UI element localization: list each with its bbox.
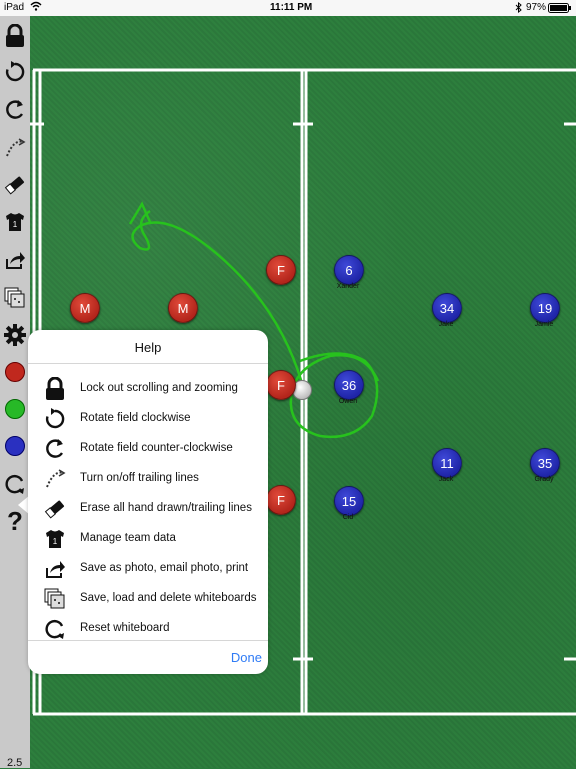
divider (28, 640, 268, 641)
help-item-label: Lock out scrolling and zooming (80, 382, 238, 394)
blue-player[interactable]: 19 (530, 293, 560, 323)
whiteboards-icon (42, 587, 68, 611)
lock-icon (42, 377, 68, 401)
red-player[interactable]: F (266, 255, 296, 285)
blue-player[interactable]: 6 (334, 255, 364, 285)
rotate-cw-icon (42, 407, 68, 431)
rotate-ccw-icon[interactable] (3, 98, 27, 122)
blue-player[interactable]: 15 (334, 486, 364, 516)
help-item-label: Save as photo, email photo, print (80, 562, 249, 574)
reset-icon (42, 617, 68, 641)
help-item-label: Turn on/off trailing lines (80, 472, 199, 484)
red-player[interactable]: F (266, 370, 296, 400)
gear-icon[interactable] (3, 323, 27, 347)
help-item-team-data: 1 Manage team data (42, 526, 268, 552)
help-item-rotate-cw: Rotate field clockwise (42, 406, 268, 432)
red-player[interactable]: M (168, 293, 198, 323)
player-name: Jack (438, 476, 454, 483)
blue-player[interactable]: 36 (334, 370, 364, 400)
help-item-label: Save, load and delete whiteboards (80, 592, 257, 604)
blue-player-icon[interactable] (3, 434, 27, 458)
blue-player[interactable]: 35 (530, 448, 560, 478)
green-player-icon[interactable] (3, 397, 27, 421)
lock-icon[interactable] (3, 24, 27, 48)
blue-player[interactable]: 11 (432, 448, 462, 478)
svg-text:1: 1 (53, 537, 58, 546)
reset-icon[interactable] (3, 472, 27, 496)
share-icon[interactable] (3, 248, 27, 272)
version-label: 2.5 (7, 757, 23, 769)
help-title: Help (134, 340, 162, 355)
player-name: Cid (342, 514, 354, 521)
trailing-lines-icon[interactable] (3, 136, 27, 160)
rotate-ccw-icon (42, 437, 68, 461)
eraser-icon (42, 497, 68, 521)
done-button[interactable]: Done (231, 650, 262, 665)
battery-icon (548, 3, 572, 16)
player-name: Jamie (534, 321, 554, 328)
jersey-icon: 1 (42, 527, 68, 551)
bluetooth-icon (515, 1, 522, 16)
whiteboards-icon[interactable] (3, 286, 27, 310)
status-bar: iPad 11:11 PM 97% (0, 0, 576, 16)
player-name: Grady (534, 476, 554, 483)
help-item-label: Manage team data (80, 532, 176, 544)
blue-player[interactable]: 34 (432, 293, 462, 323)
help-item-label: Rotate field counter-clockwise (80, 442, 233, 454)
toolbar: 1 ? 2.5 (0, 16, 30, 769)
help-popover: Help Lock out scrolling and zooming Rota… (28, 330, 268, 674)
player-name: Owen (338, 398, 358, 405)
help-item-reset: Reset whiteboard (42, 616, 268, 642)
svg-text:1: 1 (13, 220, 18, 229)
player-name: Xander (336, 283, 360, 290)
trailing-lines-icon (42, 467, 68, 491)
help-item-share: Save as photo, email photo, print (42, 556, 268, 582)
help-item-erase: Erase all hand drawn/trailing lines (42, 496, 268, 522)
help-item-label: Rotate field clockwise (80, 412, 191, 424)
share-icon (42, 557, 68, 581)
red-player[interactable]: F (266, 485, 296, 515)
wifi-icon (30, 1, 42, 14)
clock: 11:11 PM (270, 2, 313, 13)
help-item-trailing-lines: Turn on/off trailing lines (42, 466, 268, 492)
divider (28, 363, 268, 364)
jersey-icon[interactable]: 1 (3, 210, 27, 234)
eraser-icon[interactable] (3, 173, 27, 197)
red-player[interactable]: M (70, 293, 100, 323)
battery-percent: 97% (526, 2, 547, 13)
help-item-label: Reset whiteboard (80, 622, 170, 634)
red-player-icon[interactable] (3, 360, 27, 384)
help-item-label: Erase all hand drawn/trailing lines (80, 502, 252, 514)
help-item-whiteboards: Save, load and delete whiteboards (42, 586, 268, 612)
rotate-cw-icon[interactable] (3, 60, 27, 84)
help-item-rotate-ccw: Rotate field counter-clockwise (42, 436, 268, 462)
help-item-lock: Lock out scrolling and zooming (42, 376, 268, 402)
player-name: Jake (438, 321, 454, 328)
device-label: iPad (4, 2, 25, 13)
